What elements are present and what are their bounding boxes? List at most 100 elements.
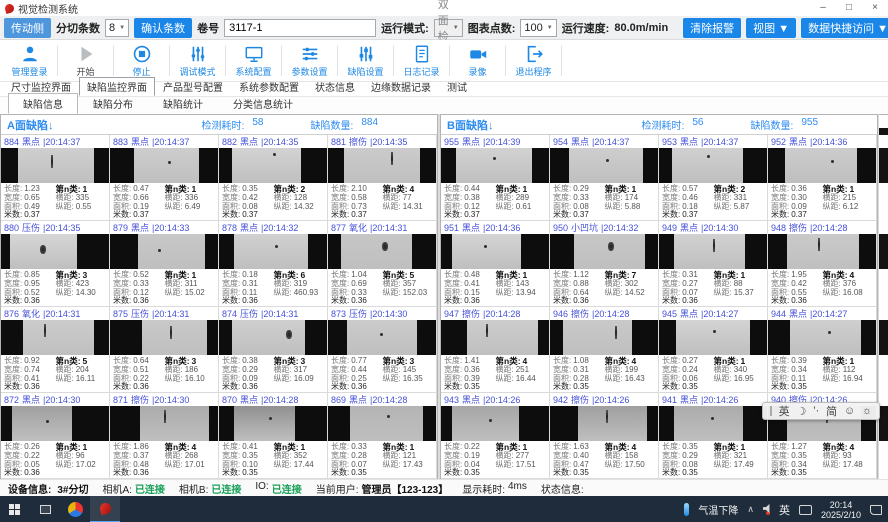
- defect-settings-button[interactable]: 缺陷设置: [338, 44, 393, 78]
- log-record-button[interactable]: 日志记录: [394, 44, 449, 78]
- param-settings-button[interactable]: 参数设置: [282, 44, 337, 78]
- defect-image[interactable]: [110, 148, 218, 183]
- defect-cell[interactable]: 884黑点|20:14:37长度:1.23宽度:0.65面积:0.49米数:0.…: [1, 135, 110, 221]
- keyboard-icon[interactable]: [799, 505, 812, 515]
- defect-cell-header[interactable]: 875压伤|20:14:31: [110, 307, 218, 320]
- taskbar-clock[interactable]: 20:14 2025/2/10: [821, 500, 861, 520]
- weather-text[interactable]: 气温下降: [698, 502, 738, 517]
- defect-cell[interactable]: 881擦伤|20:14:35长度:2.10宽度:0.58面积:0.73米数:0.…: [328, 135, 437, 221]
- ime-punctuation-toggle[interactable]: ’·: [813, 405, 819, 417]
- defect-cell[interactable]: 870黑点|20:14:28长度:0.41宽度:0.35面积:0.10米数:0.…: [219, 393, 328, 479]
- defect-cell-header[interactable]: 879黑点|20:14:33: [110, 221, 218, 234]
- defect-image[interactable]: [768, 320, 876, 355]
- tab-test[interactable]: 测试: [439, 77, 475, 96]
- defect-image[interactable]: [328, 234, 436, 269]
- defect-cell[interactable]: 873压伤|20:14:30长度:0.77宽度:0.44面积:0.25米数:0.…: [328, 307, 437, 393]
- defect-image[interactable]: [1, 406, 109, 441]
- subtab-class-statistics[interactable]: 分类信息统计: [218, 93, 308, 114]
- defect-cell[interactable]: 945黑点|20:14:27长度:0.27宽度:0.24面积:0.06米数:0.…: [659, 307, 768, 393]
- defect-image[interactable]: [110, 234, 218, 269]
- defect-cell[interactable]: 953黑点|20:14:37长度:0.57宽度:0.46面积:0.18米数:0.…: [659, 135, 768, 221]
- defect-cell[interactable]: 882黑点|20:14:35长度:0.35宽度:0.42面积:0.08米数:0.…: [219, 135, 328, 221]
- defect-image[interactable]: [219, 406, 327, 441]
- defect-cell-header[interactable]: 945黑点|20:14:27: [659, 307, 767, 320]
- defect-cell-header[interactable]: 869黑点|20:14:28: [328, 393, 436, 406]
- tray-expand-chevron[interactable]: ∧: [747, 504, 754, 515]
- defect-cell-header[interactable]: 873压伤|20:14:30: [328, 307, 436, 320]
- defect-cell-header[interactable]: 951黑点|20:14:36: [441, 221, 549, 234]
- defect-cell[interactable]: 947擦伤|20:14:28长度:1.41宽度:0.36面积:0.39米数:0.…: [441, 307, 550, 393]
- defect-cell-header[interactable]: 941黑点|20:14:26: [659, 393, 767, 406]
- view-menu-button[interactable]: 视图 ▼: [746, 18, 796, 38]
- defect-image[interactable]: [328, 148, 436, 183]
- defect-cell-header[interactable]: 953黑点|20:14:37: [659, 135, 767, 148]
- roll-number-input[interactable]: [224, 19, 376, 37]
- defect-cell[interactable]: 949黑点|20:14:30长度:0.31宽度:0.27面积:0.07米数:0.…: [659, 221, 768, 307]
- defect-cell[interactable]: 876氧化|20:14:31长度:0.92宽度:0.74面积:0.41米数:0.…: [1, 307, 110, 393]
- defect-cell[interactable]: 877氧化|20:14:31长度:1.04宽度:0.69面积:0.33米数:0.…: [328, 221, 437, 307]
- defect-cell-header[interactable]: 950小凹坑|20:14:32: [550, 221, 658, 234]
- minimize-button[interactable]: –: [810, 0, 836, 16]
- task-view-button[interactable]: [30, 496, 60, 522]
- defect-image[interactable]: [659, 406, 767, 441]
- defect-cell-header[interactable]: 884黑点|20:14:37: [1, 135, 109, 148]
- defect-image[interactable]: [550, 148, 658, 183]
- defect-image[interactable]: [550, 234, 658, 269]
- defect-image[interactable]: [1, 234, 109, 269]
- defect-cell[interactable]: 952黑点|20:14:36长度:0.36宽度:0.30面积:0.09米数:0.…: [768, 135, 877, 221]
- defect-cell-header[interactable]: 880压伤|20:14:35: [1, 221, 109, 234]
- defect-image[interactable]: [219, 320, 327, 355]
- defect-image[interactable]: [768, 234, 876, 269]
- defect-image[interactable]: [441, 406, 549, 441]
- system-config-button[interactable]: 系统配置: [226, 44, 281, 78]
- defect-image[interactable]: [441, 320, 549, 355]
- subtab-defect-info[interactable]: 缺陷信息: [8, 93, 78, 114]
- defect-image[interactable]: [768, 148, 876, 183]
- maximize-button[interactable]: □: [836, 0, 862, 16]
- defect-cell[interactable]: 942擦伤|20:14:26长度:1.63宽度:0.40面积:0.47米数:0.…: [550, 393, 659, 479]
- slit-count-select[interactable]: 8 ▼: [105, 19, 129, 37]
- defect-cell-header[interactable]: 874压伤|20:14:31: [219, 307, 327, 320]
- defect-cell-header[interactable]: 947擦伤|20:14:28: [441, 307, 549, 320]
- chart-points-select[interactable]: 100 ▼: [520, 19, 556, 37]
- run-mode-select[interactable]: 双面检测 ▼: [434, 19, 463, 37]
- defect-image[interactable]: [1, 148, 109, 183]
- ime-english-toggle[interactable]: 英: [779, 403, 790, 419]
- defect-cell[interactable]: 946擦伤|20:14:28长度:1.08宽度:0.31面积:0.28米数:0.…: [550, 307, 659, 393]
- defect-cell[interactable]: 954黑点|20:14:37长度:0.29宽度:0.33面积:0.08米数:0.…: [550, 135, 659, 221]
- defect-cell[interactable]: 883黑点|20:14:37长度:0.47宽度:0.66面积:0.19米数:0.…: [110, 135, 219, 221]
- defect-cell-header[interactable]: 883黑点|20:14:37: [110, 135, 218, 148]
- defect-cell-header[interactable]: 882黑点|20:14:35: [219, 135, 327, 148]
- start-button[interactable]: 开始: [58, 44, 113, 78]
- defect-cell[interactable]: 880压伤|20:14:35长度:0.85宽度:0.95面积:0.52米数:0.…: [1, 221, 110, 307]
- defect-cell-header[interactable]: 952黑点|20:14:36: [768, 135, 876, 148]
- defect-cell-header[interactable]: 870黑点|20:14:28: [219, 393, 327, 406]
- defect-cell[interactable]: 878黑点|20:14:32长度:0.18宽度:0.31面积:0.11米数:0.…: [219, 221, 328, 307]
- defect-cell-header[interactable]: 942擦伤|20:14:26: [550, 393, 658, 406]
- defect-cell[interactable]: 869黑点|20:14:28长度:0.33宽度:0.28面积:0.07米数:0.…: [328, 393, 437, 479]
- defect-cell[interactable]: 872黑点|20:14:30长度:0.26宽度:0.22面积:0.05米数:0.…: [1, 393, 110, 479]
- defect-cell-header[interactable]: 955黑点|20:14:39: [441, 135, 549, 148]
- ime-toolbar[interactable]: 英 ☽ ’· 简 ☺ ☼: [762, 402, 880, 420]
- notification-center-icon[interactable]: [870, 505, 882, 515]
- defect-cell[interactable]: 951黑点|20:14:36长度:0.48宽度:0.41面积:0.15米数:0.…: [441, 221, 550, 307]
- defect-image[interactable]: [441, 234, 549, 269]
- confirm-count-button[interactable]: 确认条数: [134, 18, 192, 38]
- subtab-defect-distribution[interactable]: 缺陷分布: [78, 93, 148, 114]
- defect-cell-header[interactable]: 948擦伤|20:14:28: [768, 221, 876, 234]
- defect-image[interactable]: [550, 320, 658, 355]
- defect-cell[interactable]: 875压伤|20:14:31长度:0.64宽度:0.51面积:0.22米数:0.…: [110, 307, 219, 393]
- drive-side-button[interactable]: 传动侧: [4, 18, 51, 38]
- input-language-indicator[interactable]: 英: [779, 502, 790, 518]
- stop-button[interactable]: 停止: [114, 44, 169, 78]
- thermometer-icon[interactable]: [684, 503, 689, 516]
- defect-cell[interactable]: 871擦伤|20:14:30长度:1.86宽度:0.37面积:0.48米数:0.…: [110, 393, 219, 479]
- exit-program-button[interactable]: 退出程序: [506, 44, 561, 78]
- emoji-icon[interactable]: ☺: [844, 405, 855, 417]
- defect-image[interactable]: [441, 148, 549, 183]
- defect-cell[interactable]: 879黑点|20:14:33长度:0.52宽度:0.33面积:0.12米数:0.…: [110, 221, 219, 307]
- defect-cell-header[interactable]: 872黑点|20:14:30: [1, 393, 109, 406]
- record-video-button[interactable]: 录像: [450, 44, 505, 78]
- debug-mode-button[interactable]: 调试模式: [170, 44, 225, 78]
- volume-button[interactable]: [763, 504, 770, 515]
